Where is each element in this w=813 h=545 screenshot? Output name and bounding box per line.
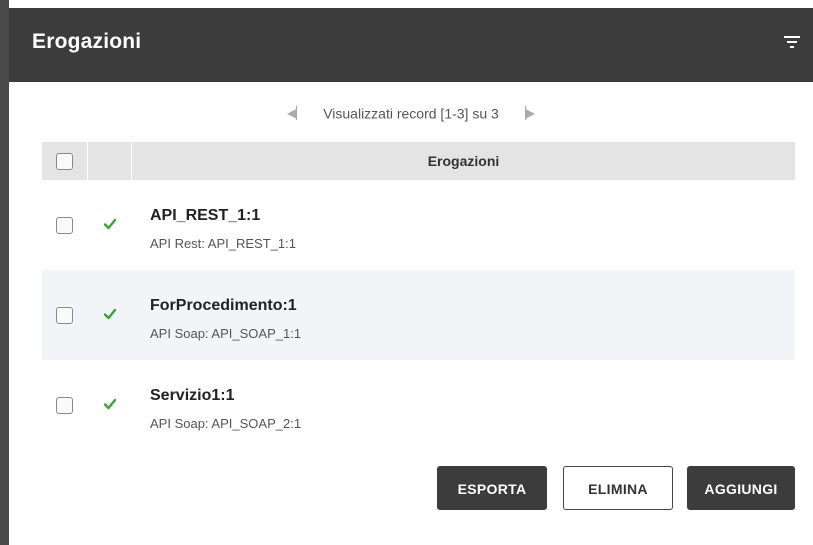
erogazioni-table: Erogazioni API_REST_1:1 API Rest: API_RE… <box>42 142 795 450</box>
table-row: ForProcedimento:1 API Soap: API_SOAP_1:1 <box>42 270 795 360</box>
table-row: API_REST_1:1 API Rest: API_REST_1:1 <box>42 180 795 270</box>
erogazioni-panel: Erogazioni ◀▏ Visualizzati record [1-3] … <box>9 8 813 545</box>
table-row: Servizio1:1 API Soap: API_SOAP_2:1 <box>42 360 795 450</box>
header-select-cell <box>42 142 88 180</box>
row-checkbox[interactable] <box>56 307 73 324</box>
row-title-link[interactable]: Servizio1:1 <box>150 387 234 405</box>
column-header-erogazioni: Erogazioni <box>427 153 500 169</box>
table-header: Erogazioni <box>42 142 795 180</box>
row-subtitle: API Soap: API_SOAP_1:1 <box>150 326 302 341</box>
row-subtitle: API Rest: API_REST_1:1 <box>150 236 296 251</box>
app-frame: Erogazioni ◀▏ Visualizzati record [1-3] … <box>0 0 813 545</box>
add-button[interactable]: AGGIUNGI <box>687 466 795 510</box>
check-icon <box>104 308 116 320</box>
page-title: Erogazioni <box>32 30 142 53</box>
check-icon <box>104 218 116 230</box>
row-checkbox[interactable] <box>56 397 73 414</box>
pagination-bar: ◀▏ Visualizzati record [1-3] su 3 ▕▶ <box>9 104 813 121</box>
export-button[interactable]: ESPORTA <box>437 466 547 510</box>
filter-icon[interactable] <box>783 34 801 50</box>
left-edge-bar <box>0 0 9 545</box>
delete-button[interactable]: ELIMINA <box>563 466 673 510</box>
check-icon <box>104 398 116 410</box>
action-bar: ESPORTA ELIMINA AGGIUNGI <box>437 466 795 510</box>
top-margin <box>0 0 813 8</box>
first-page-icon[interactable]: ◀▏ <box>287 106 305 120</box>
last-page-icon[interactable]: ▕▶ <box>517 106 535 120</box>
row-checkbox[interactable] <box>56 217 73 234</box>
row-subtitle: API Soap: API_SOAP_2:1 <box>150 416 302 431</box>
row-title-link[interactable]: API_REST_1:1 <box>150 207 260 225</box>
select-all-checkbox[interactable] <box>56 153 73 170</box>
panel-header: Erogazioni <box>9 8 813 82</box>
header-status-cell <box>88 142 132 180</box>
row-title-link[interactable]: ForProcedimento:1 <box>150 297 297 315</box>
pagination-text: Visualizzati record [1-3] su 3 <box>323 105 499 122</box>
